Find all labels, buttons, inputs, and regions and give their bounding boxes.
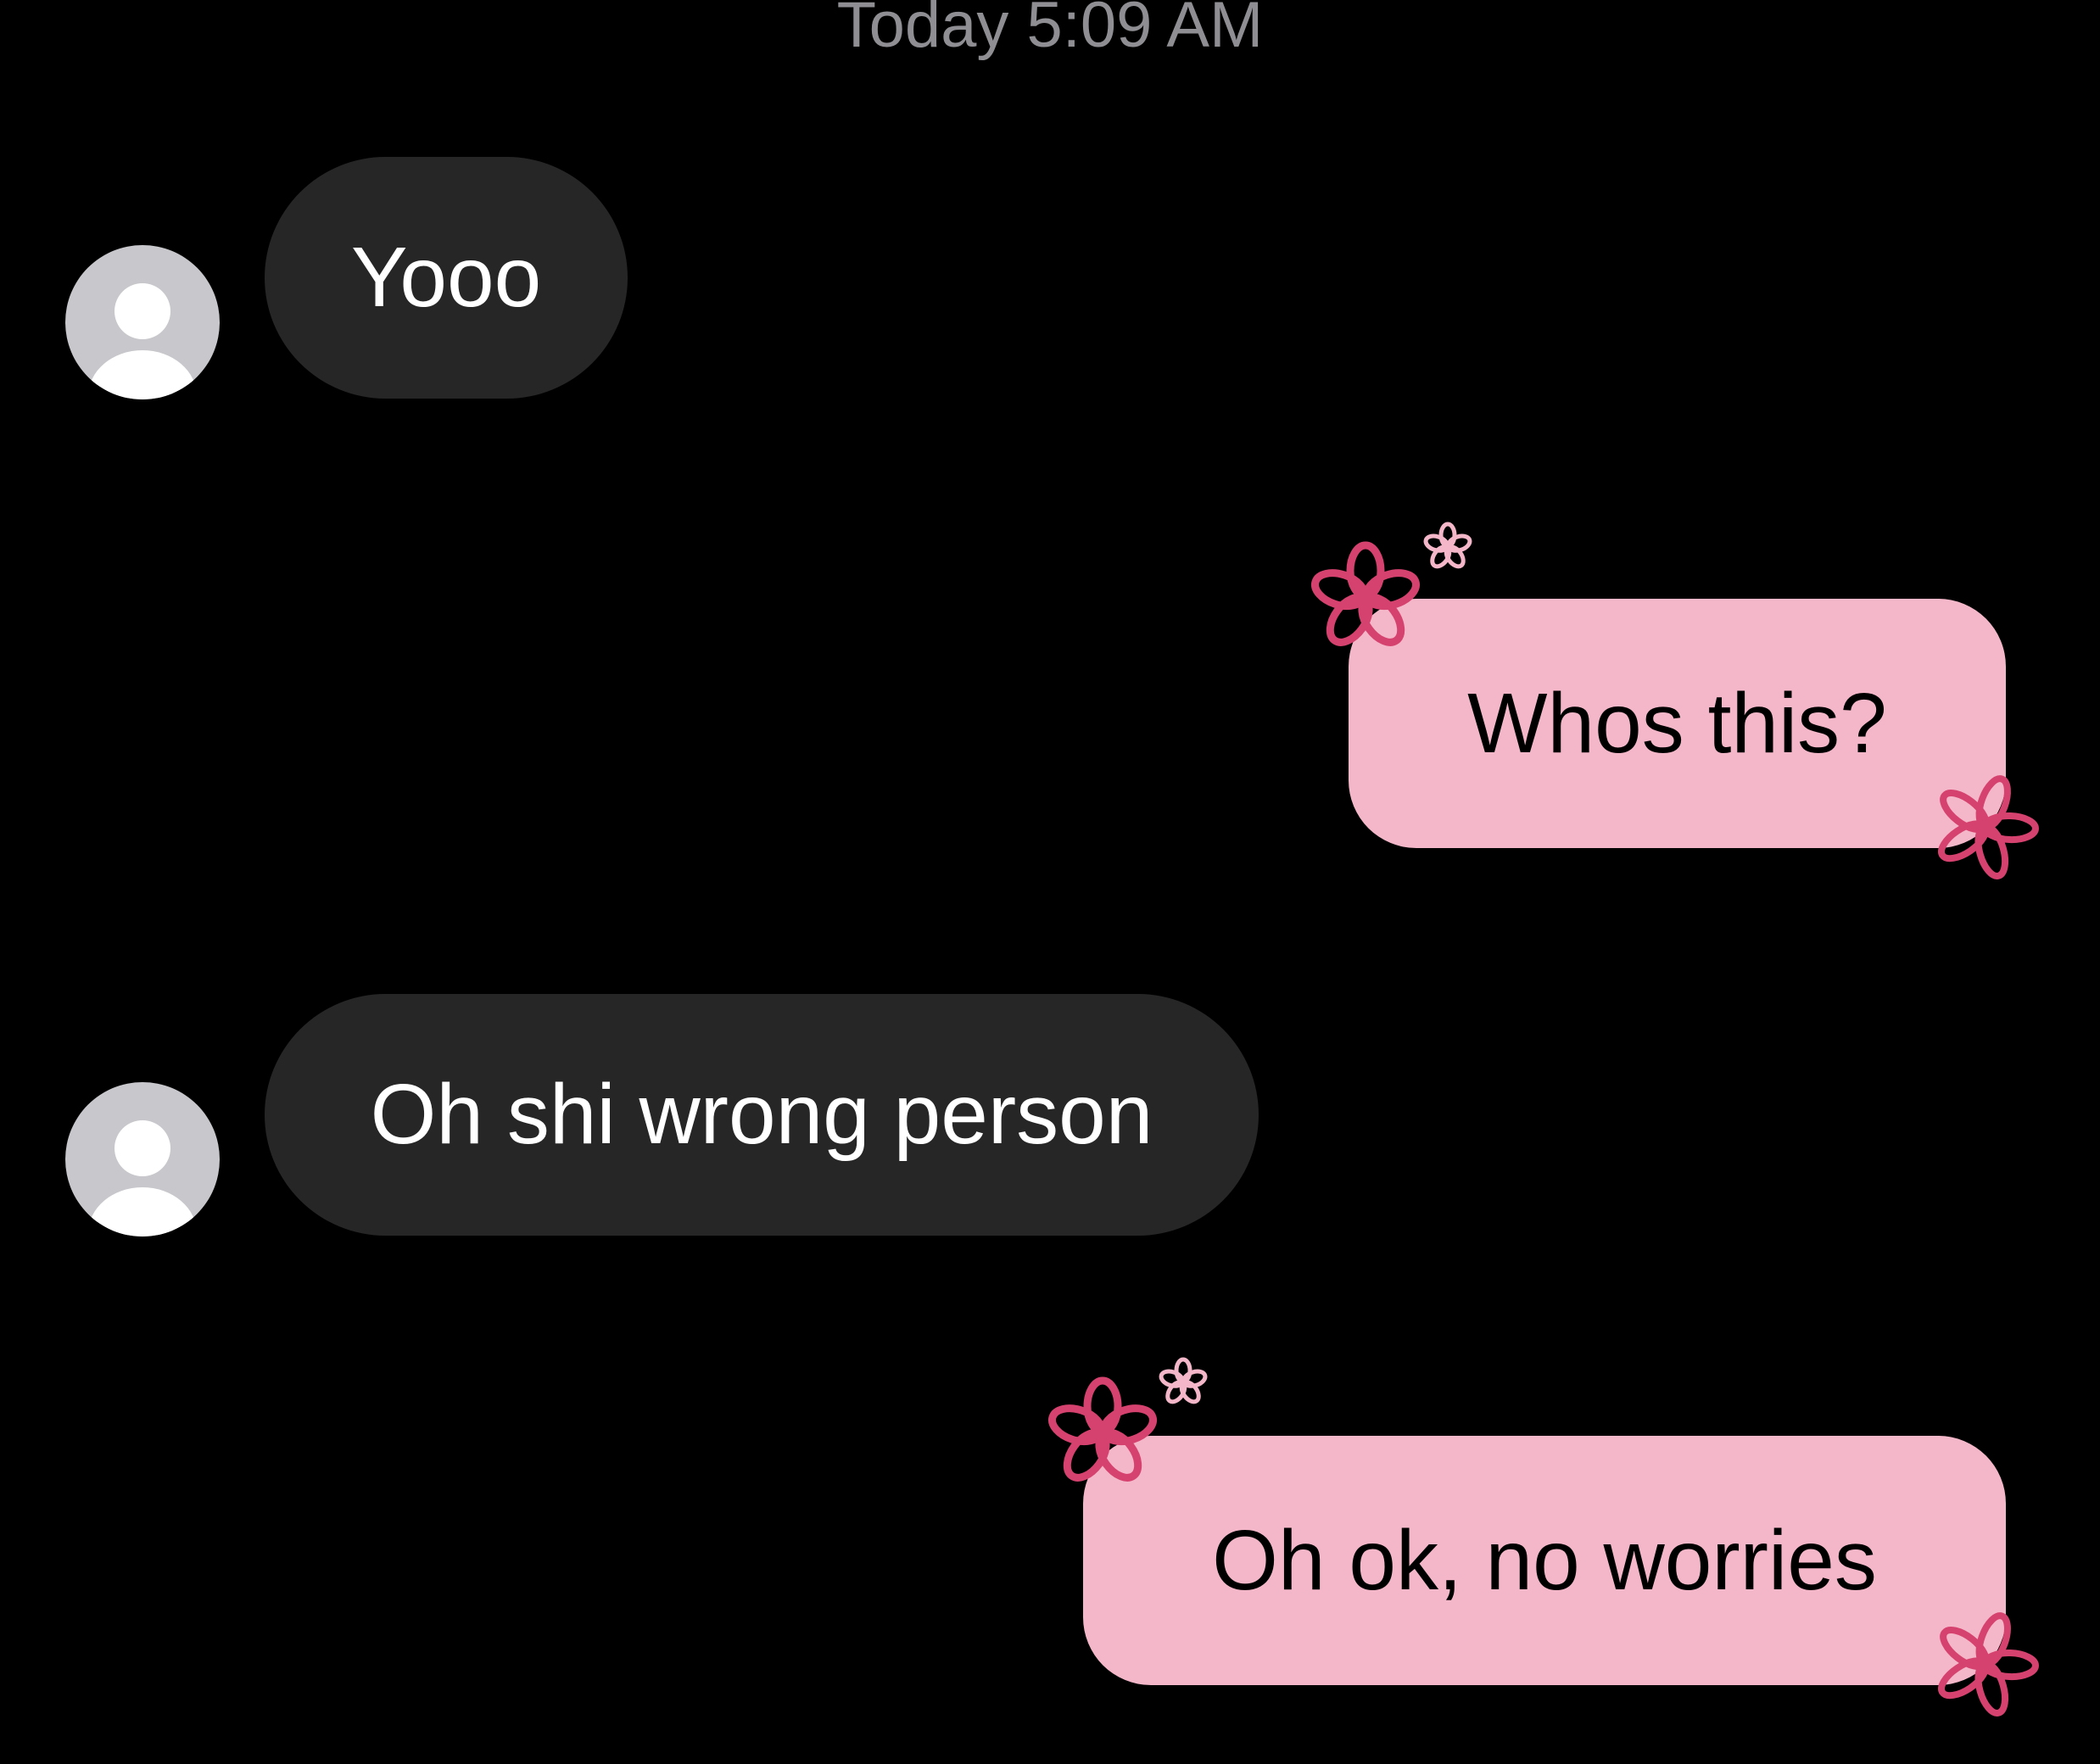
message-bubble-outgoing[interactable]: Whos this?	[1349, 599, 2006, 848]
message-text: Yooo	[350, 230, 542, 325]
message-text: Oh shi wrong person	[370, 1067, 1153, 1162]
pink-flower-icon	[1310, 541, 1421, 646]
sender-avatar-icon[interactable]	[65, 1082, 220, 1236]
message-text: Whos this?	[1467, 675, 1887, 771]
small-flower-icon	[1423, 522, 1472, 569]
conversation-timestamp: Today 5:09 AM	[836, 0, 1264, 61]
small-flower-icon	[1159, 1357, 1208, 1404]
message-text: Oh ok, no worries	[1212, 1512, 1877, 1608]
pink-flower-icon	[1938, 775, 2039, 879]
message-bubble-incoming[interactable]: Oh shi wrong person	[265, 994, 1259, 1236]
message-bubble-incoming[interactable]: Yooo	[265, 157, 628, 399]
pink-flower-icon	[1047, 1376, 1158, 1482]
pink-flower-icon	[1938, 1612, 2039, 1717]
message-bubble-outgoing[interactable]: Oh ok, no worries	[1083, 1436, 2006, 1685]
sender-avatar-icon[interactable]	[65, 245, 220, 399]
